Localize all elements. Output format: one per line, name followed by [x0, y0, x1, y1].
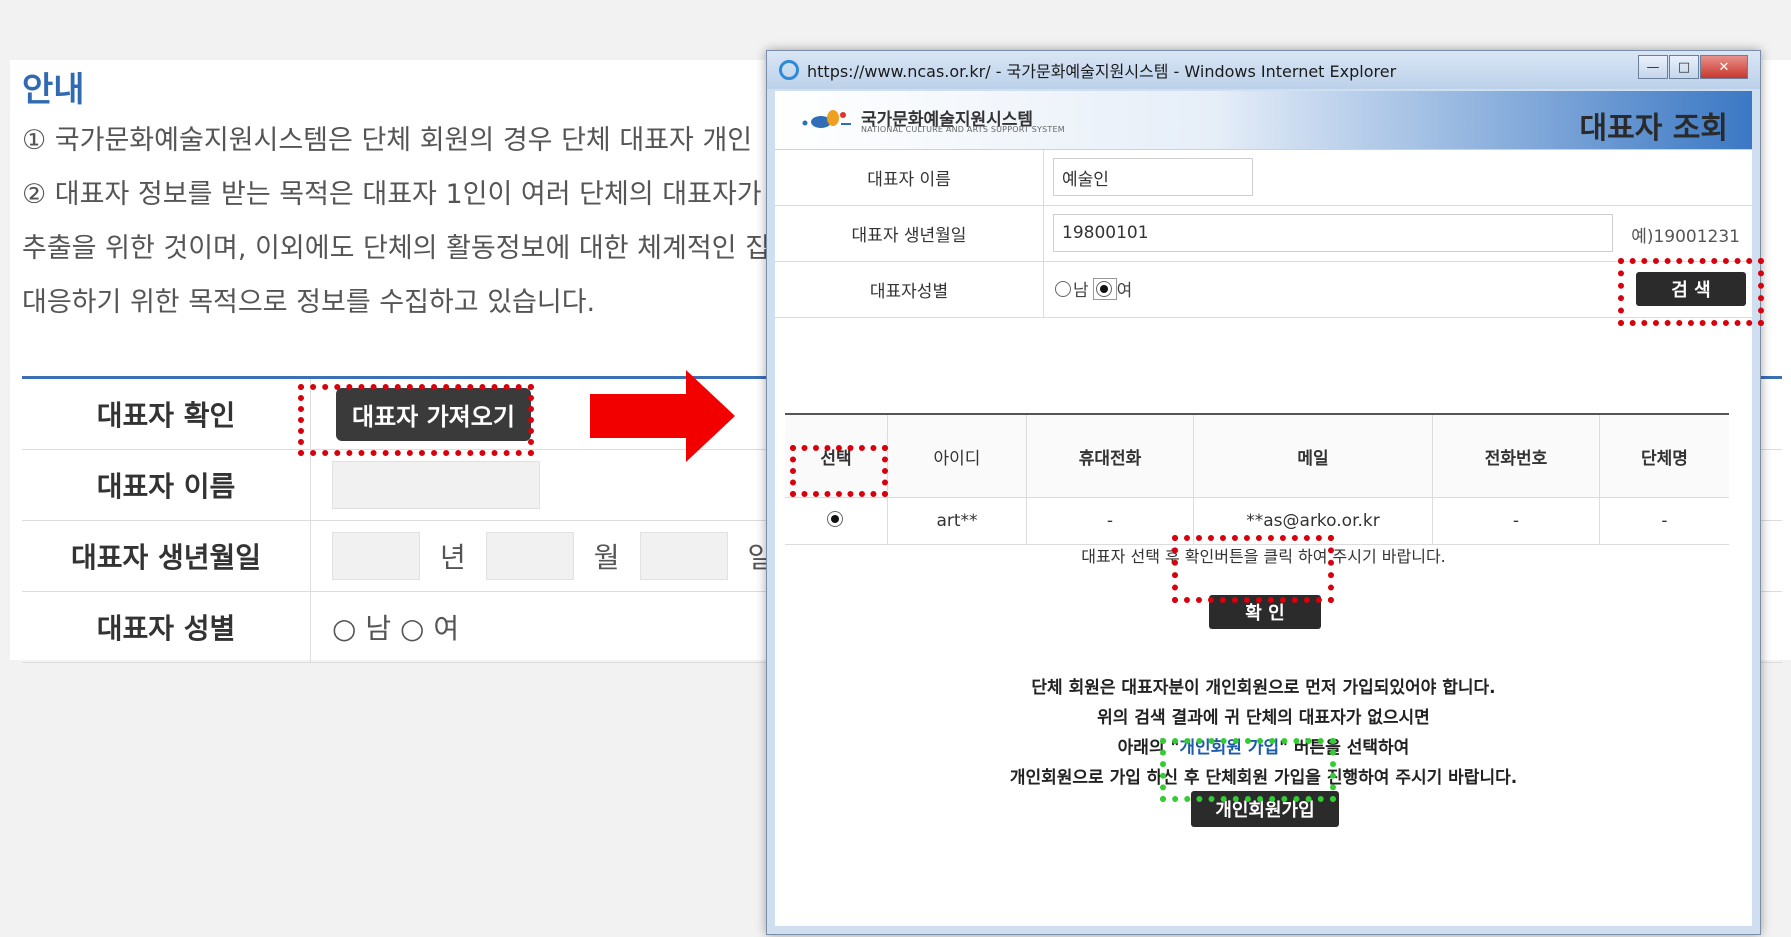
guide-line-1: ① 국가문화예술지원시스템은 단체 회원의 경우 단체 대표자 개인 — [22, 125, 753, 156]
guide-line-2: ② 대표자 정보를 받는 목적은 대표자 1인이 여러 단체의 대표자가 — [22, 179, 762, 210]
fetch-button-highlight — [298, 384, 534, 456]
rep-name-input[interactable] — [332, 461, 540, 509]
year-unit: 년 — [440, 541, 466, 574]
birth-day-input[interactable] — [639, 532, 728, 580]
gender-male-label: 남 — [1073, 281, 1089, 301]
col-org: 단체명 — [1599, 414, 1729, 498]
guide-line-4: 대응하기 위한 목적으로 정보를 수집하고 있습니다. — [22, 287, 596, 318]
radio-icon[interactable] — [1095, 280, 1112, 297]
info-line-2: 위의 검색 결과에 귀 단체의 대표자가 없으시면 — [1097, 708, 1430, 728]
popup-gender-label: 대표자성별 — [775, 262, 1044, 317]
col-id: 아이디 — [887, 414, 1027, 498]
row-select-cell[interactable] — [785, 497, 888, 545]
logo-icon — [802, 110, 851, 128]
rep-gender-label: 대표자 성별 — [22, 592, 311, 662]
window-titlebar[interactable]: https://www.ncas.or.kr/ - 국가문화예술지원시스템 - … — [767, 51, 1760, 89]
join-button-highlight — [1160, 738, 1336, 802]
popup-title: 대표자 조회 — [1579, 111, 1728, 146]
maximize-icon[interactable]: □ — [1669, 55, 1699, 79]
popup-window: https://www.ncas.or.kr/ - 국가문화예술지원시스템 - … — [766, 50, 1761, 935]
popup-name-label: 대표자 이름 — [775, 150, 1044, 205]
birth-year-input[interactable] — [332, 532, 420, 580]
popup-birth-input[interactable]: 19800101 — [1053, 214, 1613, 252]
popup-name-input[interactable]: 예술인 — [1053, 158, 1253, 196]
guide-line-3: 추출을 위한 것이며, 이외에도 단체의 활동정보에 대한 체계적인 집 — [22, 233, 770, 264]
row-id: art** — [887, 497, 1027, 545]
rep-birth-label: 대표자 생년월일 — [22, 521, 311, 591]
month-unit: 월 — [593, 541, 620, 574]
popup-birth-row: 대표자 생년월일 19800101 예)19001231 — [775, 206, 1752, 262]
popup-name-row: 대표자 이름 예술인 — [775, 150, 1752, 206]
row-mobile: - — [1026, 497, 1194, 545]
arrow-right-icon — [590, 370, 735, 462]
info-line-1: 단체 회원은 대표자분이 개인회원으로 먼저 가입되있어야 합니다. — [1031, 678, 1496, 698]
popup-birth-label: 대표자 생년월일 — [775, 206, 1044, 261]
rep-check-label: 대표자 확인 — [22, 379, 311, 449]
popup-birth-hint: 예)19001231 — [1631, 227, 1740, 247]
gender-female-option[interactable] — [1092, 277, 1117, 300]
gender-radio-group[interactable]: ○ 남 ○ 여 — [332, 607, 459, 647]
col-phone: 전화번호 — [1432, 414, 1600, 498]
row-phone: - — [1432, 497, 1600, 545]
result-table-header: 선택 아이디 휴대전화 메일 전화번호 단체명 — [785, 414, 1729, 498]
confirm-button-highlight — [1172, 535, 1334, 603]
radio-icon[interactable] — [1055, 280, 1071, 297]
popup-gender-radios: 남 여 — [1055, 276, 1132, 301]
birth-month-input[interactable] — [485, 532, 574, 580]
popup-gender-row: 대표자성별 남 여 검 색 — [775, 262, 1752, 318]
close-icon[interactable]: ✕ — [1700, 55, 1748, 79]
search-button-highlight — [1618, 258, 1764, 326]
logo-text-en: NATIONAL CULTURE AND ARTS SUPPORT SYSTEM — [861, 125, 1065, 134]
guide-title: 안내 — [22, 70, 85, 110]
row-org: - — [1599, 497, 1729, 545]
col-mobile: 휴대전화 — [1026, 414, 1194, 498]
rep-name-label: 대표자 이름 — [22, 450, 311, 520]
gender-female-label: 여 — [1116, 281, 1133, 301]
ie-icon — [779, 60, 799, 80]
radio-icon[interactable] — [827, 510, 843, 527]
col-email: 메일 — [1193, 414, 1433, 498]
select-radio-highlight — [790, 445, 888, 497]
result-table: 선택 아이디 휴대전화 메일 전화번호 단체명 art** - **as@ark… — [785, 413, 1729, 545]
popup-header: 국가문화예술지원시스템 NATIONAL CULTURE AND ARTS SU… — [775, 91, 1752, 150]
window-controls: — □ ✕ — [1637, 55, 1748, 79]
minimize-icon[interactable]: — — [1638, 55, 1668, 79]
window-title: https://www.ncas.or.kr/ - 국가문화예술지원시스템 - … — [807, 62, 1397, 81]
